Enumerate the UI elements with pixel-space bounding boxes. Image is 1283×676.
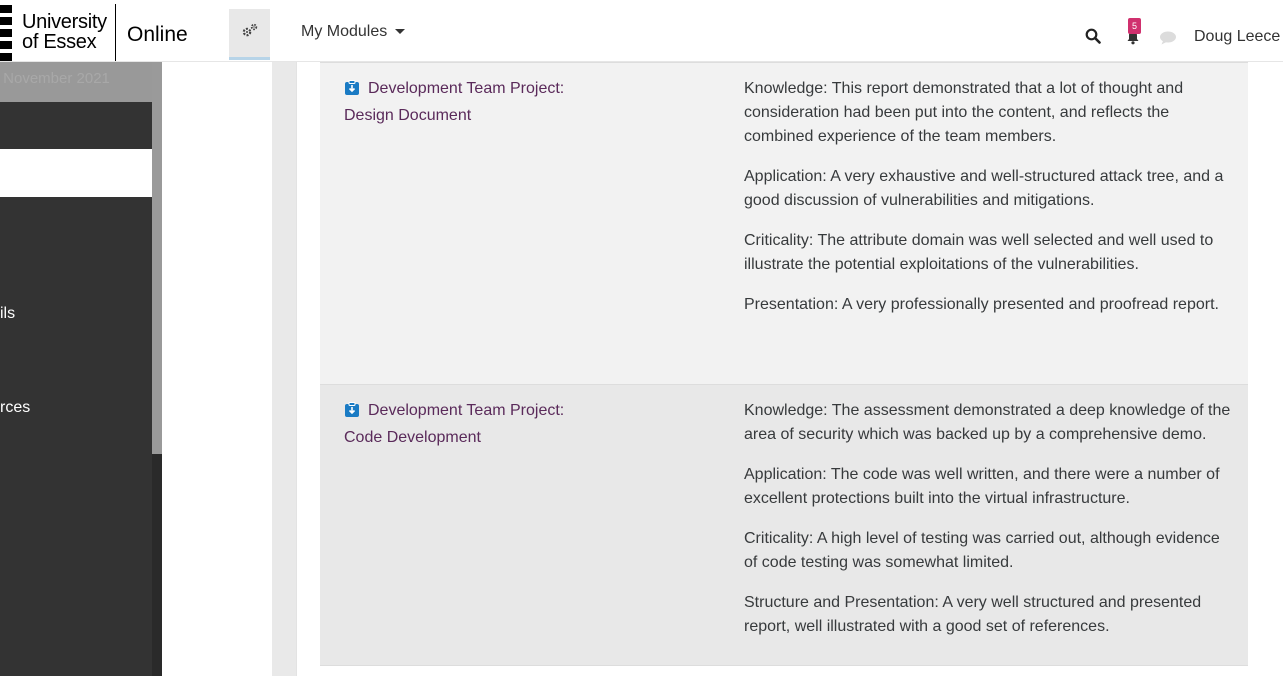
logo-line1: University [22, 11, 107, 33]
admin-gears-button[interactable] [229, 9, 270, 60]
drawer-item-resources[interactable]: rces [0, 399, 30, 417]
feedback-presentation: Presentation: A very professionally pres… [744, 296, 1219, 313]
my-modules-label: My Modules [301, 23, 388, 40]
logo-online[interactable]: Online [127, 23, 188, 47]
assignment-cell: Development Team Project: Code Developme… [344, 399, 584, 450]
chat-icon[interactable] [1159, 31, 1177, 50]
search-icon[interactable] [1085, 28, 1101, 49]
nav-drawer: - November 2021 ils rces [0, 62, 152, 676]
user-menu[interactable]: Doug Leece [1194, 28, 1280, 46]
logo-line2: of Essex [22, 31, 97, 53]
feedback-cell: Knowledge: The assessment demonstrated a… [744, 399, 1236, 655]
feedback-knowledge: Knowledge: The assessment demonstrated a… [744, 402, 1231, 443]
assignment-cell: Development Team Project: Design Documen… [344, 77, 584, 128]
table-row: Development Team Project: Design Documen… [320, 62, 1248, 384]
logo-divider [115, 4, 116, 61]
assignment-link-line1[interactable]: Development Team Project: [368, 402, 564, 419]
drawer-course-header[interactable]: - November 2021 [0, 62, 152, 102]
drawer-scrollbar-thumb[interactable] [152, 62, 162, 454]
university-logo-mark[interactable] [0, 5, 12, 61]
content-border [296, 62, 297, 676]
my-modules-dropdown[interactable]: My Modules [301, 23, 406, 41]
feedback-criticality: Criticality: The attribute domain was we… [744, 232, 1214, 273]
gears-icon [241, 23, 259, 44]
drawer-course-date: - November 2021 [0, 70, 110, 87]
feedback-application: Application: The code was well written, … [744, 466, 1220, 507]
page-gutter [272, 62, 296, 676]
assignment-icon [344, 402, 360, 426]
assignment-icon [344, 80, 360, 104]
feedback-knowledge: Knowledge: This report demonstrated that… [744, 80, 1184, 145]
feedback-criticality: Criticality: A high level of testing was… [744, 530, 1220, 571]
drawer-item-details[interactable]: ils [0, 305, 15, 323]
chevron-down-icon [395, 29, 406, 35]
feedback-application: Application: A very exhaustive and well-… [744, 168, 1224, 209]
notification-count-badge: 5 [1128, 18, 1141, 34]
assignment-link-line2[interactable]: Code Development [344, 429, 481, 446]
table-row: Development Team Project: Code Developme… [320, 384, 1248, 666]
university-logo-text[interactable]: University of Essex [22, 12, 107, 52]
assignment-link-line2[interactable]: Design Document [344, 107, 471, 124]
drawer-active-item[interactable] [0, 149, 152, 197]
feedback-structure-presentation: Structure and Presentation: A very well … [744, 594, 1202, 635]
feedback-cell: Knowledge: This report demonstrated that… [744, 77, 1236, 333]
top-navbar: University of Essex Online My Modules 5 [0, 4, 1283, 62]
assignment-link-line1[interactable]: Development Team Project: [368, 80, 564, 97]
